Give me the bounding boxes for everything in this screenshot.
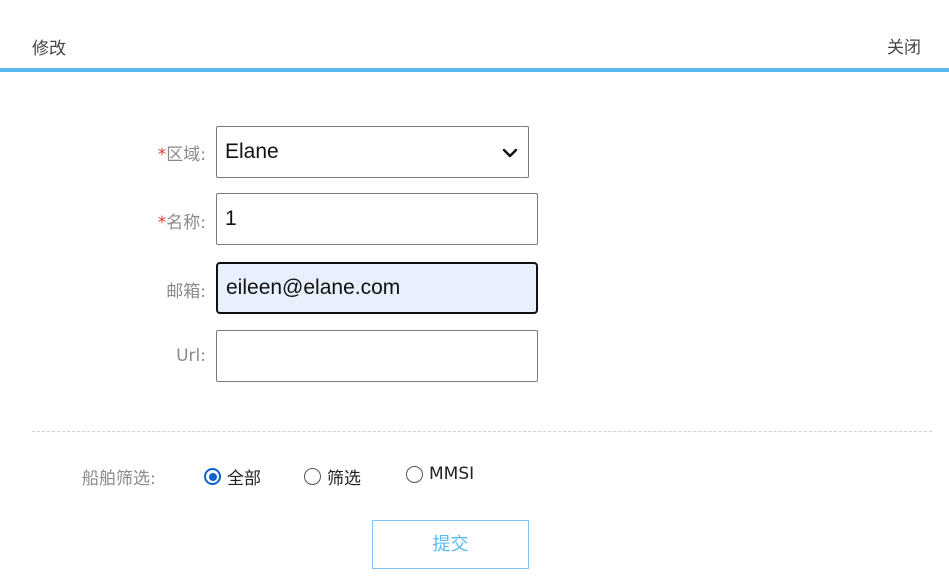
email-label: 邮箱: [166, 282, 206, 302]
radio-checked-icon [204, 468, 221, 485]
section-divider [32, 431, 932, 432]
region-select-value: Elane [225, 140, 279, 163]
region-label: *区域: [86, 140, 206, 165]
dialog-title: 修改 [32, 39, 66, 59]
radio-mmsi-label: MMSI [429, 464, 475, 484]
dialog-header: 修改 关闭 [0, 0, 949, 72]
name-label: *名称: [86, 208, 206, 233]
ship-filter-label: 船舶筛选: [82, 469, 156, 489]
required-mark: * [157, 213, 167, 233]
url-field[interactable] [216, 330, 538, 382]
radio-unchecked-icon [406, 465, 423, 483]
edit-dialog: 修改 关闭 *区域: Elane *名称: 1 邮箱: eileen@elane… [0, 0, 949, 587]
region-label-text: 区域: [166, 145, 206, 165]
radio-all[interactable]: 全部 [204, 464, 261, 489]
radio-filter[interactable]: 筛选 [304, 464, 361, 489]
radio-filter-label: 筛选 [327, 469, 361, 489]
region-select[interactable]: Elane [216, 126, 529, 178]
close-link[interactable]: 关闭 [887, 33, 921, 58]
url-label: Url: [176, 346, 206, 366]
email-field[interactable]: eileen@elane.com [216, 262, 538, 314]
radio-all-label: 全部 [227, 469, 261, 489]
required-mark: * [157, 145, 167, 165]
chevron-down-icon [502, 148, 518, 158]
name-label-text: 名称: [166, 213, 206, 233]
name-field[interactable]: 1 [216, 193, 538, 245]
radio-mmsi[interactable]: MMSI [406, 464, 474, 484]
submit-button[interactable]: 提交 [372, 520, 529, 569]
radio-unchecked-icon [304, 468, 321, 485]
